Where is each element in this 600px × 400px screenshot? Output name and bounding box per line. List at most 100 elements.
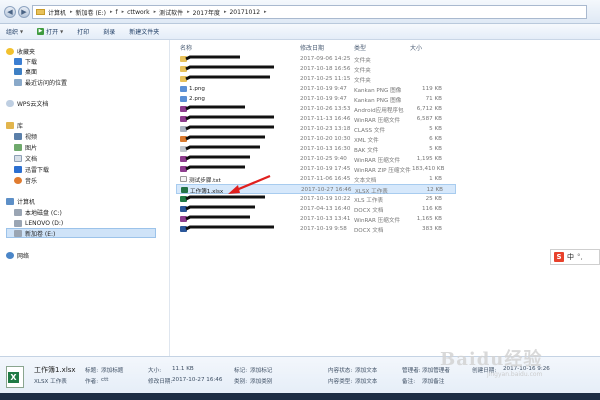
png-file-icon	[180, 96, 187, 102]
file-row[interactable]: 2017-09-06 14:25 文件夹	[176, 54, 456, 64]
desktop-icon	[14, 67, 22, 75]
nav-drive-d[interactable]: LENOVO (D:)	[14, 218, 63, 228]
file-size: 12 KB	[426, 187, 443, 193]
file-row[interactable]: 2017-10-25 11:15 文件夹	[176, 74, 456, 84]
file-type: 文件夹	[354, 58, 371, 64]
nav-favorites[interactable]: 收藏夹	[6, 46, 35, 56]
file-row[interactable]: 1.png 2017-10-19 9:47 Kankan PNG 图像 119 KB	[176, 84, 456, 94]
nav-thunder-downloads[interactable]: 迅雷下载	[14, 164, 49, 174]
file-row[interactable]: 2017-10-23 13:18 CLASS 文件 5 KB	[176, 124, 456, 134]
file-row[interactable]: 2.png 2017-10-19 9:47 Kankan PNG 图像 71 KB	[176, 94, 456, 104]
redaction-scribble	[185, 115, 274, 121]
nav-network[interactable]: 网络	[6, 250, 29, 260]
file-row[interactable]: 2017-10-19 9:58 DOCX 文档 383 KB	[176, 224, 456, 234]
crumb-computer[interactable]: 计算机 ▸	[48, 8, 73, 17]
nav-music[interactable]: 音乐	[14, 175, 37, 185]
col-header-name[interactable]: 名称	[180, 43, 192, 52]
col-header-type[interactable]: 类型	[354, 43, 366, 52]
file-row[interactable]: 2017-10-26 13:53 Android应用程序包 6,712 KB	[176, 104, 456, 114]
forward-button[interactable]: ▶	[18, 6, 30, 18]
col-header-size[interactable]: 大小	[410, 43, 422, 52]
file-date: 2017-10-19 9:58	[300, 226, 347, 232]
picture-icon	[14, 143, 22, 151]
details-size-value: 11.1 KB	[172, 366, 194, 372]
organize-button[interactable]: 组织 ▼	[6, 27, 23, 36]
file-type: WinRAR 压缩文件	[354, 218, 401, 224]
file-date: 2017-10-13 13:41	[300, 216, 351, 222]
details-author-value[interactable]: ctt	[101, 377, 108, 383]
cloud-icon	[6, 99, 14, 107]
file-row[interactable]: 2017-04-13 16:40 DOCX 文档 116 KB	[176, 204, 456, 214]
nav-documents[interactable]: 文档	[14, 153, 37, 163]
recent-places-icon	[14, 78, 22, 86]
nav-libraries[interactable]: 库	[6, 120, 23, 130]
file-row[interactable]: 2017-10-13 13:41 WinRAR 压缩文件 1,165 KB	[176, 214, 456, 224]
details-category-label: 类别:	[234, 379, 248, 385]
file-date: 2017-04-13 16:40	[300, 206, 351, 212]
details-title-value[interactable]: 添加标题	[101, 366, 123, 374]
file-row[interactable]: 2017-10-19 10:22 XLS 工作表 25 KB	[176, 194, 456, 204]
details-author-label: 作者:	[85, 379, 99, 385]
nav-recent[interactable]: 最近访问的位置	[14, 77, 67, 87]
crumb-test-software[interactable]: 测试软件 ▸	[159, 8, 190, 17]
details-filename: 工作簿1.xlsx	[34, 366, 76, 374]
file-date: 2017-11-13 16:46	[300, 116, 351, 122]
nav-wps-cloud[interactable]: WPS云文档	[6, 98, 48, 108]
redaction-scribble	[185, 145, 260, 151]
nav-drive-e[interactable]: 新加卷 (E:)	[6, 228, 156, 238]
print-button[interactable]: 打印	[77, 27, 89, 36]
nav-drive-c[interactable]: 本地磁盘 (C:)	[14, 207, 62, 217]
computer-icon	[6, 197, 14, 205]
download-icon	[14, 57, 22, 65]
nav-videos[interactable]: 视频	[14, 131, 37, 141]
details-category-value[interactable]: 添加类别	[250, 377, 272, 385]
music-icon	[14, 176, 22, 184]
crumb-cttwork[interactable]: cttwork ▸	[127, 9, 156, 16]
details-comment-value[interactable]: 添加备注	[422, 377, 444, 385]
file-size: 183,410 KB	[412, 166, 445, 172]
crumb-drive-e[interactable]: 新加卷 (E:) ▸	[76, 8, 113, 17]
sogou-icon: S	[554, 252, 564, 262]
redaction-scribble	[185, 65, 274, 71]
file-type: WinRAR 压缩文件	[354, 118, 401, 124]
col-header-date[interactable]: 修改日期	[300, 43, 324, 52]
ime-mode-label: 中	[567, 253, 574, 261]
new-folder-button[interactable]: 新建文件夹	[129, 27, 159, 36]
nav-desktop[interactable]: 桌面	[14, 66, 37, 76]
network-icon	[6, 251, 14, 259]
drive-icon	[14, 219, 22, 227]
png-file-icon	[180, 86, 187, 92]
file-row[interactable]: 2017-10-18 16:56 文件夹	[176, 64, 456, 74]
details-content-type-value[interactable]: 添加文本	[355, 377, 377, 385]
file-row[interactable]: 测试步骤.txt 2017-11-06 16:45 文本文档 1 KB	[176, 174, 456, 184]
open-button[interactable]: ▶ 打开 ▼	[37, 27, 63, 36]
file-size: 6,587 KB	[416, 116, 442, 122]
file-row[interactable]: 工作簿1.xlsx 2017-10-27 16:46 XLSX 工作表 12 KB	[176, 184, 456, 195]
details-tags-value[interactable]: 添加标记	[250, 366, 272, 374]
burn-button[interactable]: 刻录	[103, 27, 115, 36]
details-size-label: 大小:	[148, 368, 162, 374]
file-type: Kankan PNG 图像	[354, 98, 402, 104]
crumb-20171012[interactable]: 20171012 ▸	[229, 9, 266, 16]
file-row[interactable]: 2017-10-20 10:30 XML 文件 6 KB	[176, 134, 456, 144]
address-input[interactable]: 计算机 ▸ 新加卷 (E:) ▸ f ▸ cttwork ▸ 测试软件 ▸ 2017年度 ▸…	[32, 5, 587, 19]
redaction-scribble	[185, 165, 245, 171]
file-row[interactable]: 2017-10-25 9:40 WinRAR 压缩文件 1,195 KB	[176, 154, 456, 164]
file-row[interactable]: 2017-10-19 17:45 WinRAR ZIP 压缩文件 183,410 K…	[176, 164, 456, 174]
file-name: 2.png	[189, 96, 205, 102]
redaction-scribble	[185, 105, 245, 111]
redaction-scribble	[185, 195, 265, 201]
details-content-status-value[interactable]: 添加文本	[355, 366, 377, 374]
file-date: 2017-10-19 9:47	[300, 86, 347, 92]
nav-pictures[interactable]: 图片	[14, 142, 37, 152]
file-type: DOCX 文档	[354, 228, 384, 234]
nav-computer[interactable]: 计算机	[6, 196, 35, 206]
file-type: Android应用程序包	[354, 108, 404, 114]
crumb-f[interactable]: f ▸	[115, 9, 124, 16]
nav-downloads[interactable]: 下载	[14, 56, 37, 66]
file-row[interactable]: 2017-11-13 16:46 WinRAR 压缩文件 6,587 KB	[176, 114, 456, 124]
back-button[interactable]: ◀	[4, 6, 16, 18]
ime-indicator[interactable]: S 中 °,	[550, 249, 600, 265]
crumb-2017[interactable]: 2017年度 ▸	[193, 8, 227, 17]
file-row[interactable]: 2017-10-13 16:30 BAK 文件 5 KB	[176, 144, 456, 154]
